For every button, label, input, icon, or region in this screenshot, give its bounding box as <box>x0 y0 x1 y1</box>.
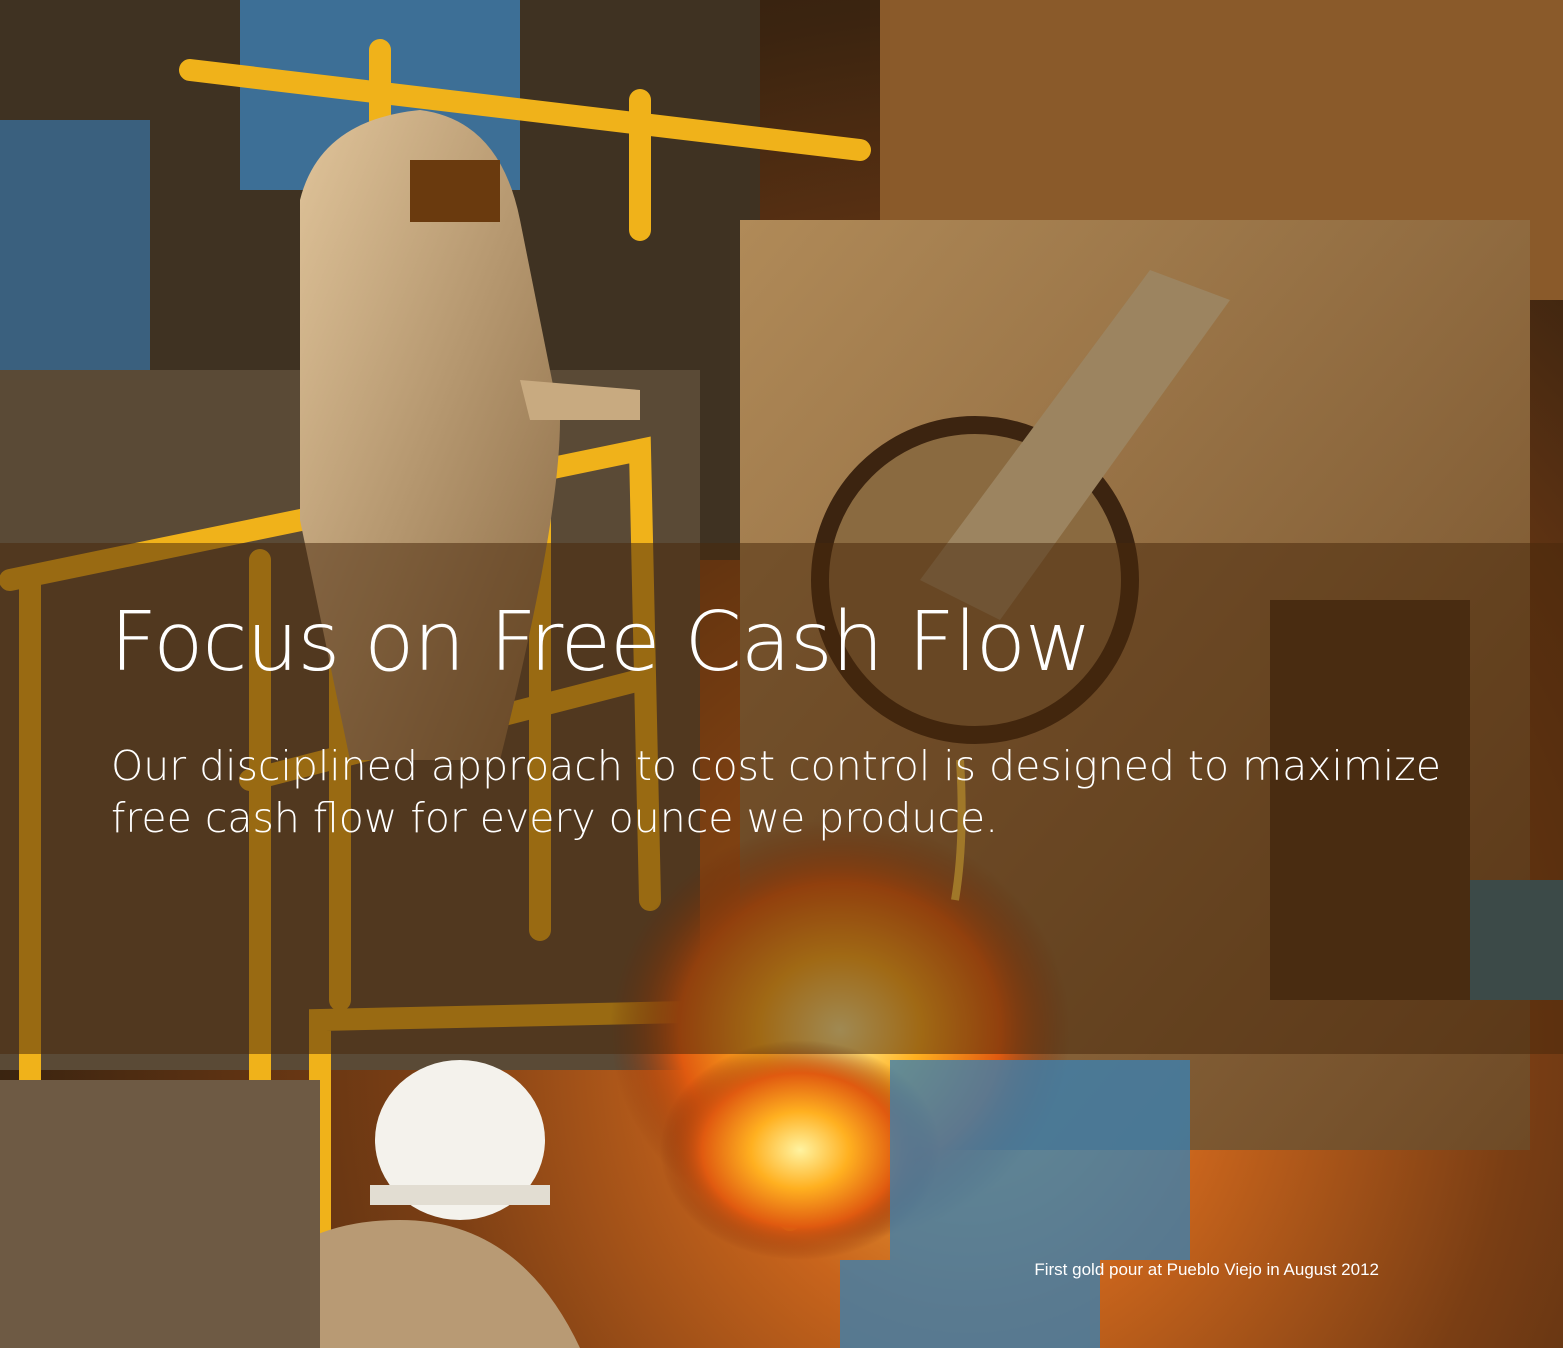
blue-grating <box>890 1060 1190 1260</box>
subheading: Our disciplined approach to cost control… <box>111 742 1441 843</box>
photo-canvas: Focus on Free Cash Flow Our disciplined … <box>0 0 1563 1348</box>
blue-cabinet-left <box>0 120 150 380</box>
headline: Focus on Free Cash Flow <box>110 595 1092 690</box>
wooden-beam <box>0 1080 320 1348</box>
photo-caption: First gold pour at Pueblo Viejo in Augus… <box>1034 1260 1379 1279</box>
